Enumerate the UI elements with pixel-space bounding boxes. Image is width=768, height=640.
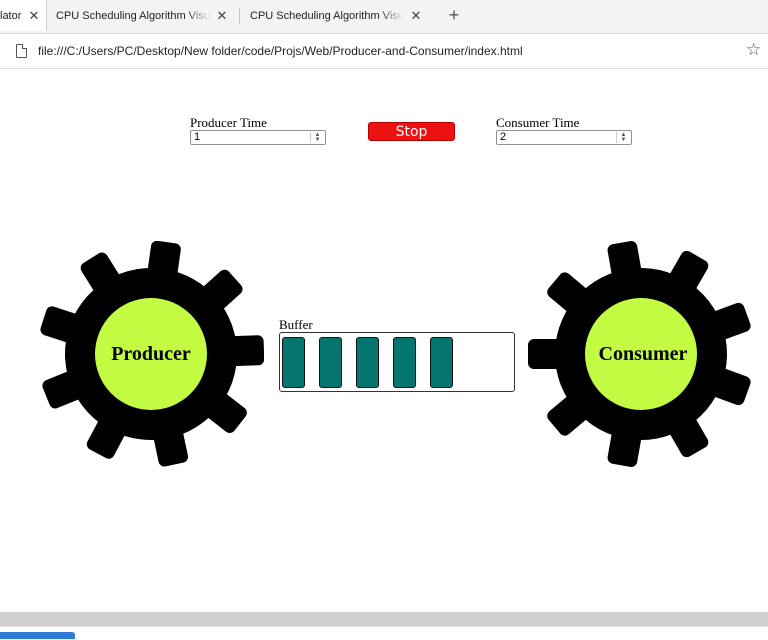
spinner-icon[interactable]: ▲ ▼ — [310, 132, 324, 143]
consumer-label: Consumer — [598, 343, 688, 365]
buffer-item — [356, 337, 379, 388]
spinner-icon[interactable]: ▲ ▼ — [616, 132, 630, 143]
buffer-item — [393, 337, 416, 388]
browser-tab[interactable]: CPU Scheduling Algorithm Visualize ✕ — [241, 0, 431, 31]
buffer-item — [430, 337, 453, 388]
page-icon[interactable] — [16, 44, 27, 58]
tab-divider — [239, 8, 240, 24]
tab-title: CPU Scheduling Algorithm Visualize — [250, 9, 404, 22]
producer-label: Producer — [111, 343, 191, 365]
consumer-time-label: Consumer Time — [496, 115, 580, 130]
browser-tab-active[interactable]: lator ✕ — [0, 0, 47, 31]
consumer-time-input[interactable]: 2 ▲ ▼ — [496, 130, 632, 145]
tab-title: CPU Scheduling Algorithm Visualize — [56, 9, 210, 22]
consumer-time-value: 2 — [500, 131, 507, 143]
tab-close-icon[interactable]: ✕ — [410, 8, 422, 24]
address-bar: file:///C:/Users/PC/Desktop/New folder/c… — [0, 34, 768, 69]
taskbar-accent — [0, 632, 75, 639]
tab-close-icon[interactable]: ✕ — [28, 8, 40, 24]
producer-time-input[interactable]: 1 ▲ ▼ — [190, 130, 326, 145]
tab-title: lator — [0, 9, 22, 22]
producer-time-label: Producer Time — [190, 115, 267, 130]
page-content: Producer Time 1 ▲ ▼ Stop Consumer Time 2 … — [0, 69, 768, 612]
buffer-container — [279, 332, 515, 392]
buffer-label: Buffer — [279, 317, 313, 332]
horizontal-scrollbar[interactable] — [0, 612, 768, 626]
taskbar-strip — [0, 626, 768, 640]
buffer-item — [282, 337, 305, 388]
browser-tab[interactable]: CPU Scheduling Algorithm Visualize ✕ — [47, 0, 237, 31]
new-tab-button[interactable]: + — [445, 5, 463, 26]
browser-tab-strip: lator ✕ CPU Scheduling Algorithm Visuali… — [0, 0, 768, 34]
buffer-item — [319, 337, 342, 388]
star-icon[interactable]: ☆ — [746, 40, 761, 60]
producer-time-value: 1 — [194, 131, 201, 143]
tab-close-icon[interactable]: ✕ — [216, 8, 228, 24]
stop-button[interactable]: Stop — [368, 122, 455, 141]
url-field[interactable]: file:///C:/Users/PC/Desktop/New folder/c… — [38, 44, 523, 58]
